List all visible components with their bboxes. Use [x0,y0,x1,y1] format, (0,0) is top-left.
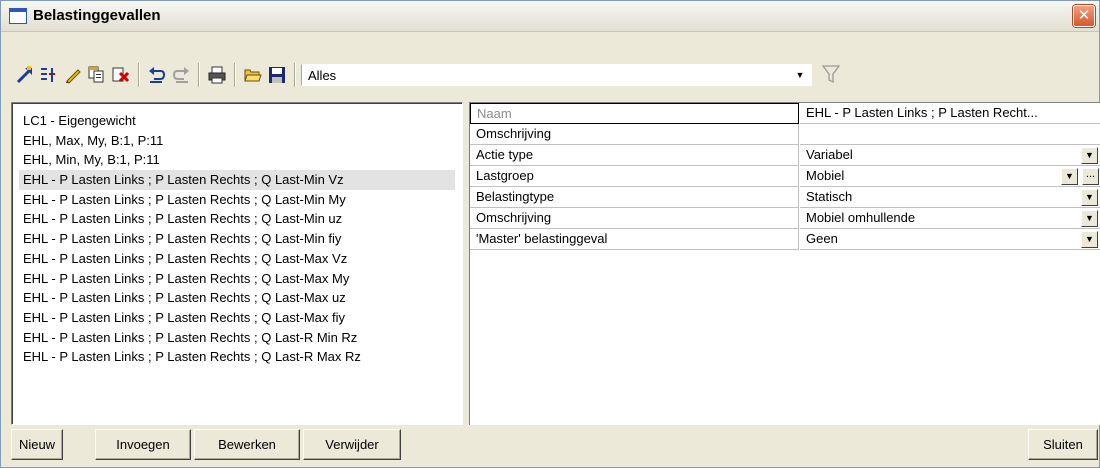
property-name: Omschrijving [470,124,799,145]
toolbar-separator [198,63,200,87]
property-name: Belastingtype [470,187,799,208]
toolbar-separator [234,63,236,87]
list-item[interactable]: EHL - P Lasten Links ; P Lasten Rechts ;… [23,347,463,367]
delete-button[interactable]: Verwijder [303,429,401,460]
funnel-filter-icon[interactable] [820,64,842,86]
list-item[interactable]: EHL - P Lasten Links ; P Lasten Rechts ;… [23,308,463,328]
undo-icon[interactable] [146,64,168,86]
property-value[interactable]: Statisch [800,187,1100,208]
chevron-down-icon[interactable]: ▼ [1081,147,1098,164]
property-name: 'Master' belastinggeval [470,229,799,250]
property-row: Belastingtype Statisch ▼ [470,187,1100,208]
window-title: Belastinggevallen [33,7,161,24]
new-load-case-icon[interactable] [14,64,36,86]
property-grid: Naam EHL - P Lasten Links ; P Lasten Rech… [469,102,1100,425]
property-row: Lastgroep Mobiel ▼... [470,166,1100,187]
property-row: 'Master' belastinggeval Geen ▼ [470,229,1100,250]
edit-icon[interactable] [62,64,84,86]
redo-icon[interactable] [170,64,192,86]
property-value[interactable]: EHL - P Lasten Links ; P Lasten Recht... [800,103,1100,124]
insert-icon[interactable] [38,64,60,86]
property-name: Naam [470,103,799,124]
delete-icon[interactable] [110,64,132,86]
list-item[interactable]: LC1 - Eigengewicht [23,111,463,131]
list-item[interactable]: EHL - P Lasten Links ; P Lasten Rechts ;… [23,190,463,210]
close-dialog-button[interactable]: Sluiten [1028,429,1098,460]
filter-value: Alles [308,68,337,83]
property-row: Omschrijving Mobiel omhullende ▼ [470,208,1100,229]
toolbar-separator [294,63,296,87]
property-value[interactable]: Mobiel [800,166,1100,187]
list-item[interactable]: EHL - P Lasten Links ; P Lasten Rechts ;… [23,249,463,269]
load-cases-window: Belastinggevallen ✕ Alles ▼ LC1 - Eigeng… [0,0,1100,468]
open-folder-icon[interactable] [242,64,264,86]
property-row: Naam EHL - P Lasten Links ; P Lasten Rech… [470,103,1100,124]
load-case-list[interactable]: LC1 - Eigengewicht EHL, Max, My, B:1, P:1… [19,111,463,367]
edit-button[interactable]: Bewerken [194,429,300,460]
property-value[interactable] [800,124,1100,145]
chevron-down-icon[interactable]: ▼ [1081,210,1098,227]
ellipsis-icon[interactable]: ... [1082,168,1099,185]
property-name: Omschrijving [470,208,799,229]
save-icon[interactable] [266,64,288,86]
toolbar-separator [138,63,140,87]
window-icon [9,8,27,24]
list-item[interactable]: EHL - P Lasten Links ; P Lasten Rechts ;… [23,229,463,249]
title-bar: Belastinggevallen ✕ [1,1,1099,32]
list-item[interactable]: EHL - P Lasten Links ; P Lasten Rechts ;… [19,170,455,190]
property-row: Actie type Variabel ▼ [470,145,1100,166]
copy-icon[interactable] [86,64,108,86]
property-name: Actie type [470,145,799,166]
list-item[interactable]: EHL, Min, My, B:1, P:11 [23,150,463,170]
filter-combo[interactable]: Alles ▼ [301,64,812,86]
chevron-down-icon[interactable]: ▼ [1061,168,1078,185]
list-item[interactable]: EHL - P Lasten Links ; P Lasten Rechts ;… [23,328,463,348]
insert-button[interactable]: Invoegen [95,429,191,460]
property-value[interactable]: Variabel [800,145,1100,166]
list-item[interactable]: EHL - P Lasten Links ; P Lasten Rechts ;… [23,288,463,308]
chevron-down-icon[interactable]: ▼ [1081,189,1098,206]
print-icon[interactable] [206,64,228,86]
property-value[interactable]: Mobiel omhullende [800,208,1100,229]
list-item[interactable]: EHL - P Lasten Links ; P Lasten Rechts ;… [23,269,463,289]
property-value[interactable]: Geen [800,229,1100,250]
chevron-down-icon[interactable]: ▼ [792,67,808,83]
close-button[interactable]: ✕ [1073,5,1095,27]
property-row: Omschrijving [470,124,1100,145]
chevron-down-icon[interactable]: ▼ [1081,231,1098,248]
list-item[interactable]: EHL, Max, My, B:1, P:11 [23,131,463,151]
property-name: Lastgroep [470,166,799,187]
new-button[interactable]: Nieuw [11,429,63,460]
list-item[interactable]: EHL - P Lasten Links ; P Lasten Rechts ;… [23,209,463,229]
